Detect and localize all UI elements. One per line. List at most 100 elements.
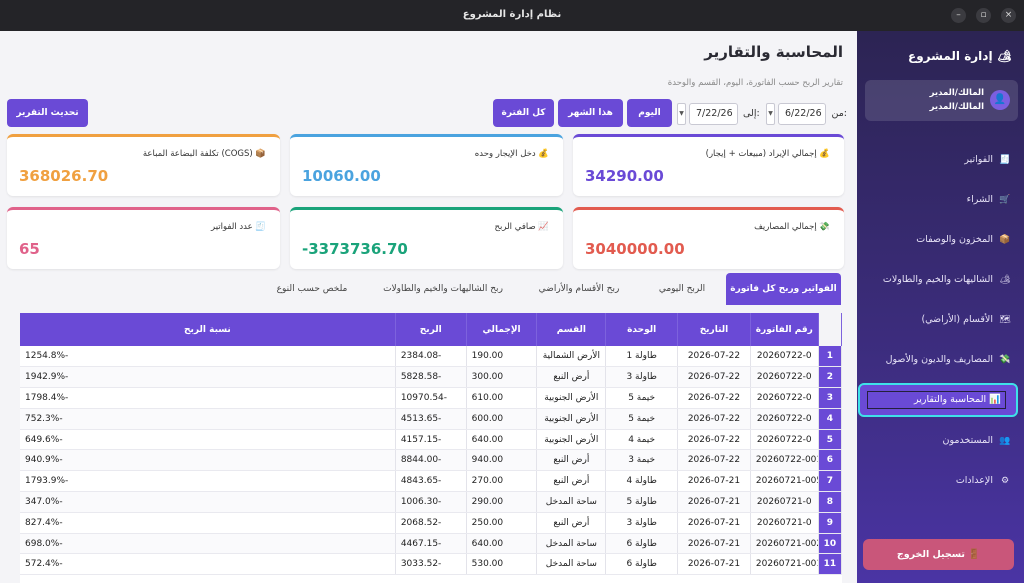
total-cell: 940.00 — [466, 449, 538, 472]
profit-cell: 4843.65- — [395, 470, 467, 493]
profit-pct-cell: 827.4%- — [20, 512, 396, 534]
card-label: إجمالي المصاريف — [754, 222, 817, 232]
table-header-row: نسبة الربح الربح الإجمالي القسم الوحدة ا… — [20, 313, 842, 346]
from-date-dropdown[interactable]: ▼ — [766, 103, 775, 125]
column-header[interactable]: الوحدة — [605, 313, 679, 346]
minimize-button[interactable]: – — [951, 8, 966, 23]
logout-button[interactable]: تسجيل الخروج 🚪 — [863, 539, 1014, 570]
profit-cell: 2068.52- — [395, 512, 467, 534]
unit-cell: خيمة 4 — [605, 429, 679, 451]
card-rent-income: دخل الإيجار وحده 💰 10060.00 — [290, 134, 563, 196]
bar-chart-icon: 📊 — [989, 394, 1001, 405]
from-date-input[interactable]: 6/22/26 — [778, 103, 826, 125]
sidebar-item-inventory[interactable]: المخزون والوصفات 📦 — [862, 224, 1012, 256]
total-cell: 250.00 — [466, 512, 538, 534]
sidebar-item-users[interactable]: المستخدمون 👥 — [862, 425, 1012, 457]
column-header[interactable]: القسم — [536, 313, 607, 346]
table-row[interactable]: 649.6%- 4157.15- 640.00 الأرض الجنوبية خيمة … — [20, 429, 842, 451]
invoice-cell: 20260722-0 — [750, 408, 819, 430]
sidebar-item-label: الشاليهات والخيم والطاولات — [882, 274, 993, 285]
tab-sections-profit[interactable]: ربح الأقسام والأراضي — [520, 273, 638, 305]
unit-cell: طاولة 5 — [605, 491, 679, 513]
row-index: 9 — [818, 512, 842, 534]
table-row[interactable]: 1793.9%- 4843.65- 270.00 أرض النبع طاولة 4 20… — [20, 470, 842, 493]
user-box: 👤 المالك/المدير المالك/المدير — [865, 80, 1018, 121]
sidebar-item-settings[interactable]: الإعدادات ⚙ — [862, 465, 1012, 497]
date-cell: 2026-07-22 — [677, 387, 751, 409]
profit-pct-cell: 752.3%- — [20, 408, 396, 430]
tab-daily-profit[interactable]: الربح اليومي — [640, 273, 724, 305]
unit-cell: طاولة 1 — [605, 346, 679, 368]
sidebar-item-chalets[interactable]: الشاليهات والخيم والطاولات 🏕 — [862, 264, 1012, 296]
profit-cell: 1006.30- — [395, 491, 467, 513]
table-row[interactable]: 698.0%- 4467.15- 640.00 ساحة المدخل طاولة 62… — [20, 533, 842, 555]
profit-pct-cell: 1254.8%- — [20, 346, 396, 368]
row-index: 1 — [818, 346, 842, 368]
column-header[interactable]: نسبة الربح — [20, 313, 396, 346]
table-row[interactable]: 1942.9%- 5828.58- 300.00 أرض النبع طاولة 3 20… — [20, 366, 842, 389]
table-row[interactable]: 1798.4%- 10970.54- 610.00 الأرض الجنوبية خيم… — [20, 387, 842, 409]
sidebar-item-expenses[interactable]: المصاريف والديون والأصول 💸 — [862, 344, 1012, 376]
sidebar-item-purchases[interactable]: الشراء 🛒 — [862, 184, 1012, 216]
card-invoice-count: عدد الفواتير 🧾 65 — [7, 207, 280, 269]
sidebar-item-label: الفواتير — [964, 154, 993, 165]
table-row[interactable]: 940.9%- 8844.00- 940.00 أرض النبع خيمة 3 2026… — [20, 449, 842, 472]
sidebar-item-invoices[interactable]: الفواتير 🧾 — [862, 144, 1012, 176]
column-header[interactable]: الربح — [395, 313, 467, 346]
receipt-icon: 🧾 — [255, 222, 266, 232]
tab-chalets-profit[interactable]: ربح الشاليهات والخيم والطاولات — [368, 273, 518, 305]
money-wings-icon: 💸 — [819, 222, 830, 232]
date-cell: 2026-07-22 — [677, 366, 751, 389]
profit-pct-cell: 572.4%- — [20, 553, 396, 576]
unit-cell: طاولة 3 — [605, 512, 679, 534]
refresh-report-button[interactable]: تحديث التقرير — [7, 99, 88, 127]
to-date-input[interactable]: 7/22/26 — [689, 103, 738, 125]
user-role: المالك/المدير — [929, 88, 984, 98]
invoice-cell: 20260721-005 — [750, 470, 819, 493]
money-bag-icon: 💰 — [538, 149, 549, 159]
tab-summary-by-type[interactable]: ملخص حسب النوع — [260, 273, 364, 305]
section-cell: أرض النبع — [536, 449, 607, 472]
sidebar-title: إدارة المشروع — [908, 49, 993, 63]
table-row[interactable]: 827.4%- 2068.52- 250.00 أرض النبع طاولة 3 202… — [20, 512, 842, 534]
row-index: 2 — [818, 366, 842, 389]
column-header[interactable]: التاريخ — [677, 313, 751, 346]
profit-cell: 2384.08- — [395, 346, 467, 368]
table-row[interactable]: 347.0%- 1006.30- 290.00 ساحة المدخل طاولة 52… — [20, 491, 842, 513]
this-month-button[interactable]: هذا الشهر — [558, 99, 623, 127]
unit-cell: طاولة 6 — [605, 533, 679, 555]
sidebar-item-accounting[interactable]: المحاسبة والتقارير 📊 — [858, 383, 1018, 417]
tab-invoices-profit[interactable]: الفواتير وربح كل فاتورة — [726, 273, 841, 305]
close-button[interactable]: × — [1001, 8, 1016, 23]
to-label: إلى: — [743, 108, 760, 119]
sidebar-item-sections[interactable]: الأقسام (الأراضي) 🗺 — [862, 304, 1012, 336]
all-period-button[interactable]: كل الفترة — [493, 99, 554, 127]
card-label: تكلفة البضاعة المباعة (COGS) — [142, 149, 253, 159]
map-icon: 🗺 — [999, 315, 1011, 325]
date-cell: 2026-07-21 — [677, 533, 751, 555]
column-header[interactable]: رقم الفاتورة — [750, 313, 819, 346]
card-value: -3373736.70 — [302, 240, 408, 258]
maximize-button[interactable]: ▫ — [976, 8, 991, 23]
table-row[interactable]: 752.3%- 4513.65- 600.00 الأرض الجنوبية خيمة … — [20, 408, 842, 430]
invoice-cell: 20260722-001 — [750, 449, 819, 472]
total-cell: 190.00 — [466, 346, 538, 368]
unit-cell: طاولة 3 — [605, 366, 679, 389]
cart-icon: 🛒 — [999, 195, 1011, 205]
money-wings-icon: 💸 — [999, 355, 1011, 365]
row-index: 4 — [818, 408, 842, 430]
table-row[interactable]: 572.4%- 3033.52- 530.00 ساحة المدخل طاولة 62… — [20, 553, 842, 576]
door-icon: 🚪 — [968, 549, 981, 560]
table-row[interactable]: 1254.8%- 2384.08- 190.00 الأرض الشمالية طاول… — [20, 346, 842, 368]
card-cogs: تكلفة البضاعة المباعة (COGS) 📦 368026.70 — [7, 134, 280, 196]
date-cell: 2026-07-21 — [677, 553, 751, 576]
gear-icon: ⚙ — [1000, 476, 1010, 486]
logout-label: تسجيل الخروج — [896, 549, 965, 560]
profit-cell: 4467.15- — [395, 533, 467, 555]
to-date-dropdown[interactable]: ▼ — [677, 103, 686, 125]
invoice-cell: 20260721-002 — [750, 533, 819, 555]
card-label: دخل الإيجار وحده — [474, 149, 536, 159]
column-header[interactable]: الإجمالي — [466, 313, 538, 346]
profit-cell: 8844.00- — [395, 449, 467, 472]
today-button[interactable]: اليوم — [627, 99, 672, 127]
